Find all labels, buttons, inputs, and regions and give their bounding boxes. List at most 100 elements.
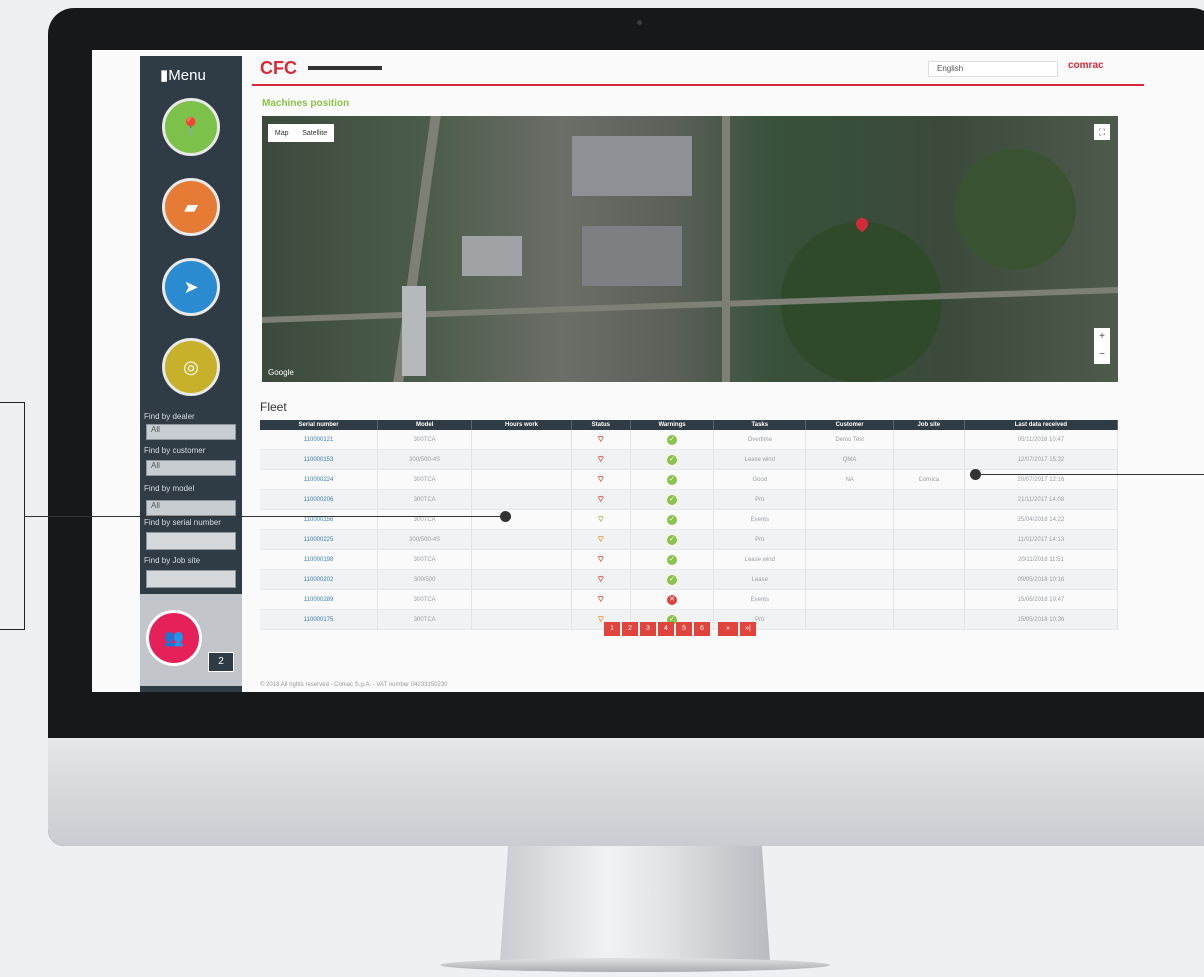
task-cell: Pro: [713, 529, 807, 550]
table-row[interactable]: 110000153 300/500-4S ⌔ ✓ Lease wind QMA 12/07/…: [260, 449, 1119, 470]
table-row[interactable]: 110000225 300/500-4S ⌔ ✓ Pro 11/01/2017 14:13: [260, 529, 1119, 550]
job-site-cell: [893, 449, 965, 470]
warning-cell: ✓: [630, 449, 715, 470]
map-toggle-satellite[interactable]: Satellite: [302, 130, 327, 137]
map-toggle-map[interactable]: Map: [275, 130, 289, 137]
customer-cell: [805, 569, 894, 590]
callout-bracket: [0, 402, 25, 630]
serial-number-link[interactable]: 110000202: [260, 569, 379, 590]
serial-number-link[interactable]: 110000156: [260, 509, 379, 530]
wifi-signal-icon: ⌔: [596, 514, 606, 524]
warning-cell: ✕: [630, 589, 715, 610]
table-row[interactable]: 110000224 300TCA ⌔ ✓ Good NA Cornica 20/07/2017…: [260, 469, 1119, 490]
zoom-out-icon[interactable]: −: [1094, 346, 1110, 364]
task-cell: Lease: [713, 569, 807, 590]
wifi-signal-icon: ⌔: [596, 454, 606, 464]
table-row[interactable]: 110000202 300/500 ⌔ ✓ Lease 09/05/2018 10:16: [260, 569, 1119, 590]
column-header[interactable]: Serial number: [260, 420, 379, 430]
gauge-icon: ◎: [183, 356, 199, 377]
last-data-cell: 15/05/2018 10:36: [964, 609, 1119, 630]
column-header[interactable]: Last data received: [964, 420, 1119, 430]
model-cell: 300TCA: [377, 430, 473, 450]
table-row[interactable]: 110000289 300TCA ⌔ ✕ Events 15/05/2018 10:47: [260, 589, 1119, 610]
menu-documents-button[interactable]: ▰: [162, 178, 220, 236]
callout-line: [976, 474, 1204, 475]
last-data-cell: 11/01/2017 14:13: [964, 529, 1119, 550]
language-select[interactable]: English: [928, 61, 1058, 77]
page-button[interactable]: 3: [640, 622, 656, 636]
model-cell: 300TCA: [377, 489, 473, 510]
job-site-cell: [893, 589, 965, 610]
check-circle-icon: ✓: [667, 474, 678, 485]
page-button[interactable]: 1: [604, 622, 620, 636]
serial-number-input[interactable]: [146, 532, 236, 550]
zoom-control[interactable]: + −: [1094, 328, 1110, 364]
fleet-title: Fleet: [260, 400, 287, 414]
page-button[interactable]: »|: [740, 622, 756, 636]
serial-number-link[interactable]: 110000289: [260, 589, 379, 610]
app-logo: CFC: [260, 58, 297, 78]
table-row[interactable]: 110000156 300TCA ⌔ ✓ Events 25/04/2018 14:22: [260, 509, 1119, 530]
customer-select[interactable]: All: [146, 460, 236, 476]
check-circle-icon: ✓: [667, 534, 678, 545]
column-header[interactable]: Customer: [805, 420, 894, 430]
map-building: [402, 286, 426, 376]
job-site-input[interactable]: [146, 570, 236, 588]
map-type-toggle[interactable]: Map Satellite: [268, 124, 334, 142]
job-site-cell: [893, 569, 965, 590]
column-header[interactable]: Job site: [893, 420, 965, 430]
table-row[interactable]: 110000198 300TCA ⌔ ✓ Lease wind 20/11/2018 11…: [260, 549, 1119, 570]
last-data-cell: 20/11/2018 11:51: [964, 549, 1119, 570]
menu-gauge-button[interactable]: ◎: [162, 338, 220, 396]
table-row[interactable]: 110000121 300TCA ⌔ ✓ Overtime Demo Test 05/11/…: [260, 430, 1119, 450]
table-row[interactable]: 110000206 300TCA ⌔ ✓ Pro 21/11/2017 14:08: [260, 489, 1119, 510]
model-cell: 300TCA: [377, 549, 473, 570]
map-road: [722, 116, 730, 382]
contact-count[interactable]: 2: [208, 652, 234, 672]
fullscreen-icon[interactable]: ⛶: [1094, 124, 1110, 140]
column-header[interactable]: Tasks: [713, 420, 807, 430]
model-cell: 300TCA: [377, 509, 473, 530]
last-data-cell: 20/07/2017 12:16: [964, 469, 1119, 490]
menu-navigation-button[interactable]: ➤: [162, 258, 220, 316]
page-button[interactable]: 4: [658, 622, 674, 636]
menu-title[interactable]: ▮Menu: [160, 66, 206, 84]
last-data-cell: 12/07/2017 15:32: [964, 449, 1119, 470]
filter-label-customer: Find by customer: [144, 446, 206, 455]
serial-number-link[interactable]: 110000206: [260, 489, 379, 510]
page-button[interactable]: 2: [622, 622, 638, 636]
camera-dot: [637, 20, 642, 25]
last-data-cell: 15/05/2018 10:47: [964, 589, 1119, 610]
satellite-map[interactable]: Map Satellite ⛶ + − Google: [262, 116, 1118, 382]
model-select[interactable]: All: [146, 500, 236, 516]
serial-number-link[interactable]: 110000153: [260, 449, 379, 470]
customer-cell: Demo Test: [805, 430, 894, 450]
status-cell: ⌔: [571, 430, 631, 450]
google-attribution: Google: [268, 368, 294, 377]
check-circle-icon: ✓: [667, 494, 678, 505]
section-title: Machines position: [262, 98, 350, 109]
page-button[interactable]: 6: [694, 622, 710, 636]
task-cell: Pro: [713, 489, 807, 510]
contacts-button[interactable]: 👥: [146, 610, 202, 666]
status-cell: ⌔: [571, 509, 631, 530]
zoom-in-icon[interactable]: +: [1094, 328, 1110, 346]
column-header[interactable]: Status: [571, 420, 631, 430]
wifi-signal-icon: ⌔: [596, 474, 606, 484]
check-circle-icon: ✓: [667, 454, 678, 465]
model-cell: 300TCA: [377, 609, 473, 630]
page-button[interactable]: 5: [676, 622, 692, 636]
serial-number-link[interactable]: 110000121: [260, 430, 379, 450]
machine-marker-icon[interactable]: [853, 215, 871, 233]
serial-number-link[interactable]: 110000225: [260, 529, 379, 550]
column-header[interactable]: Hours work: [471, 420, 572, 430]
page-button[interactable]: »: [718, 622, 738, 636]
serial-number-link[interactable]: 110000198: [260, 549, 379, 570]
customer-cell: NA: [805, 469, 894, 490]
column-header[interactable]: Model: [377, 420, 473, 430]
column-header[interactable]: Warnings: [630, 420, 715, 430]
serial-number-link[interactable]: 110000175: [260, 609, 379, 630]
dealer-select[interactable]: All: [146, 424, 236, 440]
serial-number-link[interactable]: 110000224: [260, 469, 379, 490]
menu-map-button[interactable]: 📍: [162, 98, 220, 156]
